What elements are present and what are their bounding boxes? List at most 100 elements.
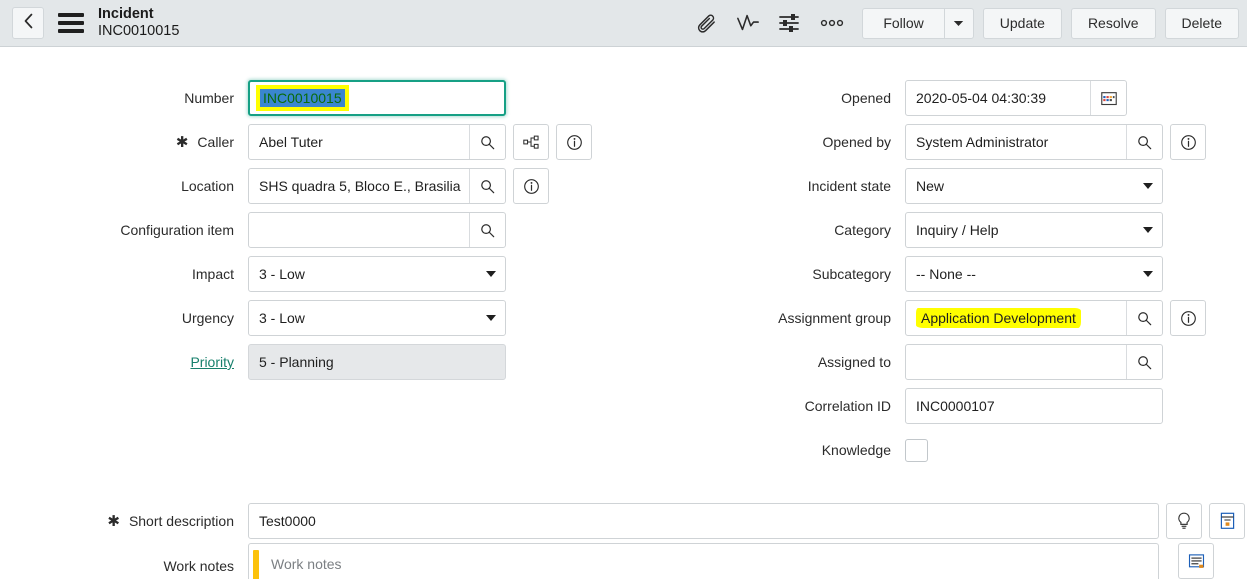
short-description-value: Test0000 [259,513,316,529]
record-title: Incident INC0010015 [98,6,179,40]
impact-value: 3 - Low [259,266,305,282]
chevron-down-icon [1143,183,1153,189]
incident-state-value: New [916,178,945,194]
more-options-icon[interactable] [811,0,853,46]
attachment-icon[interactable] [685,0,727,46]
field-row-opened: Opened 2020-05-04 04:30:39 [640,76,1247,120]
field-row-subcategory: Subcategory -- None -- [640,252,1247,296]
work-notes-label: Work notes [163,558,234,574]
field-row-caller: ✱ Caller Abel Tuter [0,120,600,164]
category-select[interactable]: Inquiry / Help [905,212,1163,248]
caller-info-button[interactable] [556,124,592,160]
category-value: Inquiry / Help [916,222,999,238]
knowledge-checkbox[interactable] [905,438,928,462]
assigned-to-lookup-button[interactable] [1126,345,1162,379]
assigned-to-control [905,344,1163,380]
activity-icon[interactable] [727,0,769,46]
caller-control: Abel Tuter [248,124,592,160]
form-bottom-section: ✱ Short description Test0000 Work notes … [0,499,1247,579]
subcategory-control: -- None -- [905,256,1163,292]
chevron-down-icon [1143,271,1153,277]
location-lookup-button[interactable] [469,169,505,203]
category-control: Inquiry / Help [905,212,1163,248]
field-row-work-notes: Work notes Work notes [0,543,1247,579]
follow-button[interactable]: Follow [862,7,944,39]
assignment-group-value: Application Development [916,308,1081,328]
subcategory-select[interactable]: -- None -- [905,256,1163,292]
header-actions: Follow Update Resolve Delete [685,0,1239,46]
follow-dropdown-button[interactable] [943,7,974,39]
caller-label: ✱ Caller [0,134,248,150]
priority-readonly-field: 5 - Planning [248,344,506,380]
caller-lookup-button[interactable] [469,125,505,159]
opened-control: 2020-05-04 04:30:39 [905,80,1127,116]
back-button[interactable] [12,7,44,39]
priority-value: 5 - Planning [259,354,334,370]
short-description-control: Test0000 [248,503,1245,539]
configuration-item-control [248,212,506,248]
priority-label: Priority [0,354,248,370]
hamburger-icon[interactable] [58,13,84,33]
correlation-id-input[interactable]: INC0000107 [905,388,1163,424]
configuration-item-input[interactable] [248,212,506,248]
location-value: SHS quadra 5, Bloco E., Brasilia [259,178,461,194]
chevron-down-icon [953,14,964,32]
location-info-button[interactable] [513,168,549,204]
number-input[interactable]: INC0010015 [248,80,506,116]
caller-input[interactable]: Abel Tuter [248,124,506,160]
required-asterisk-icon: ✱ [107,512,120,530]
assignment-group-input[interactable]: Application Development [905,300,1163,336]
field-row-opened-by: Opened by System Administrator [640,120,1247,164]
number-control: INC0010015 [248,80,506,116]
impact-label: Impact [191,266,234,282]
incident-state-control: New [905,168,1163,204]
opened-input[interactable]: 2020-05-04 04:30:39 [905,80,1127,116]
subcategory-label: Subcategory [812,266,891,282]
number-value: INC0010015 [260,89,345,107]
knowledge-label: Knowledge [821,442,891,458]
opened-by-control: System Administrator [905,124,1206,160]
short-description-knowledge-button[interactable] [1209,503,1245,539]
priority-label-link[interactable]: Priority [190,354,234,370]
assignment-group-control: Application Development [905,300,1206,336]
resolve-button[interactable]: Resolve [1070,7,1156,39]
work-notes-templates-button[interactable] [1178,543,1214,579]
opened-calendar-button[interactable] [1090,81,1126,115]
number-label: Number [184,90,234,106]
priority-control: 5 - Planning [248,344,506,380]
opened-by-input[interactable]: System Administrator [905,124,1163,160]
incident-state-select[interactable]: New [905,168,1163,204]
field-row-assigned-to: Assigned to [640,340,1247,384]
work-notes-placeholder: Work notes [271,556,342,572]
configuration-item-lookup-button[interactable] [469,213,505,247]
assignment-group-lookup-button[interactable] [1126,301,1162,335]
field-row-priority: Priority 5 - Planning [0,340,600,384]
caller-value: Abel Tuter [259,134,323,150]
short-description-input[interactable]: Test0000 [248,503,1159,539]
work-notes-textarea[interactable]: Work notes [248,543,1159,579]
delete-button[interactable]: Delete [1164,7,1239,39]
update-button[interactable]: Update [982,7,1062,39]
assigned-to-label: Assigned to [817,354,891,370]
assignment-group-info-button[interactable] [1170,300,1206,336]
opened-by-info-button[interactable] [1170,124,1206,160]
assigned-to-input[interactable] [905,344,1163,380]
impact-select[interactable]: 3 - Low [248,256,506,292]
location-input[interactable]: SHS quadra 5, Bloco E., Brasilia [248,168,506,204]
record-type-label: Incident [98,5,154,22]
field-row-number: Number INC0010015 [0,76,600,120]
opened-by-label: Opened by [822,134,892,150]
incident-form: Number INC0010015 ✱ Caller Abel Tuter Lo… [0,47,1247,579]
field-row-assignment-group: Assignment group Application Development [640,296,1247,340]
correlation-id-value: INC0000107 [916,398,995,414]
subcategory-value: -- None -- [916,266,976,282]
opened-by-lookup-button[interactable] [1126,125,1162,159]
configuration-item-label: Configuration item [120,222,234,238]
form-settings-icon[interactable] [769,0,811,46]
location-label: Location [181,178,234,194]
caller-hierarchy-button[interactable] [513,124,549,160]
urgency-select[interactable]: 3 - Low [248,300,506,336]
urgency-control: 3 - Low [248,300,506,336]
short-description-suggestion-button[interactable] [1166,503,1202,539]
field-row-category: Category Inquiry / Help [640,208,1247,252]
